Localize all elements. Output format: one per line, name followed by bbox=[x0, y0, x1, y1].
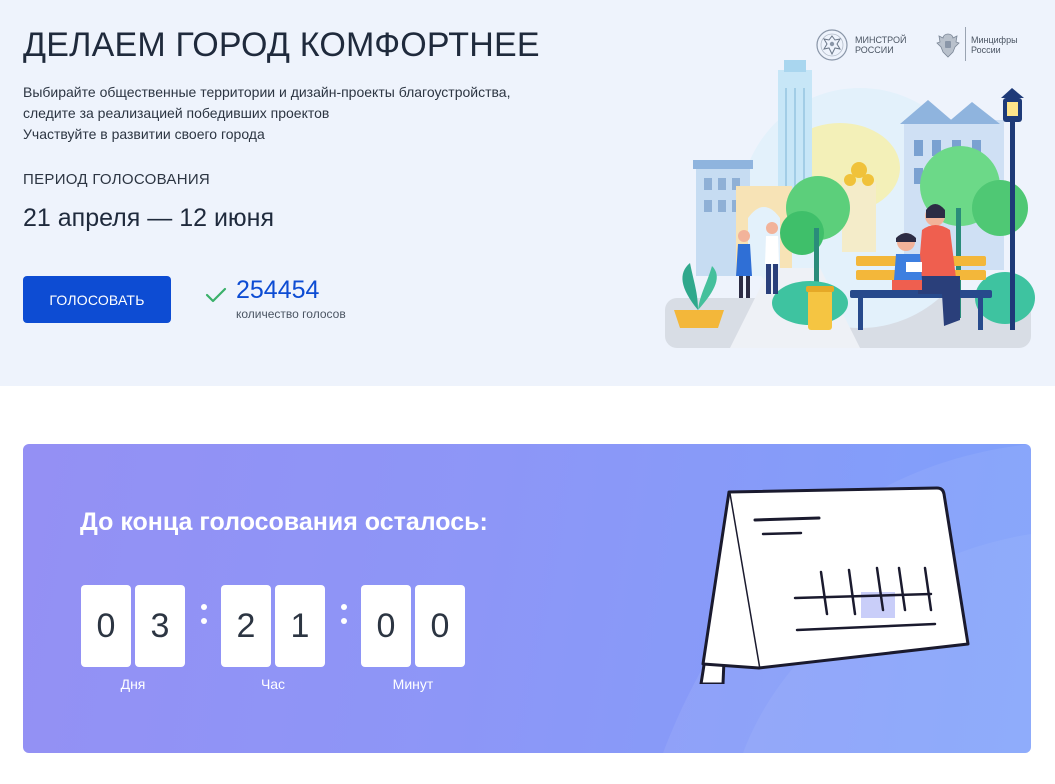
logo-text: Минцифры bbox=[971, 35, 1018, 45]
hours-digit: 1 bbox=[275, 585, 325, 667]
time-separator bbox=[339, 594, 349, 634]
hours-label: Час bbox=[260, 676, 286, 692]
minutes-digit: 0 bbox=[415, 585, 465, 667]
voting-period-label: ПЕРИОД ГОЛОСОВАНИЯ bbox=[23, 171, 211, 188]
vote-button[interactable]: ГОЛОСОВАТЬ bbox=[23, 276, 171, 323]
days-digit: 3 bbox=[135, 585, 185, 667]
eagle-emblem-icon bbox=[816, 29, 848, 61]
calendar-icon bbox=[699, 486, 970, 684]
logo-text: МИНСТРОЙ bbox=[855, 35, 907, 45]
logo-divider bbox=[965, 27, 966, 61]
hero-description: Выбирайте общественные территории и диза… bbox=[23, 82, 510, 145]
hero-section: ДЕЛАЕМ ГОРОД КОМФОРТНЕЕ Выбирайте общест… bbox=[0, 0, 1055, 386]
time-separator bbox=[199, 594, 209, 634]
hours-digit: 2 bbox=[221, 585, 271, 667]
logo-text: России bbox=[971, 45, 1001, 55]
description-line: Участвуйте в развитии своего города bbox=[23, 126, 265, 142]
voting-period-dates: 21 апреля — 12 июня bbox=[23, 204, 275, 232]
description-line: Выбирайте общественные территории и диза… bbox=[23, 84, 511, 100]
minutes-label: Минут bbox=[392, 676, 434, 692]
logo-text: РОССИИ bbox=[855, 45, 894, 55]
countdown-title: До конца голосования осталось: bbox=[80, 508, 488, 536]
minutes-digit: 0 bbox=[361, 585, 411, 667]
countdown-card: До конца голосования осталось: 0 3 2 1 0… bbox=[23, 444, 1031, 753]
days-digit: 0 bbox=[81, 585, 131, 667]
description-line: следите за реализацией победивших проект… bbox=[23, 105, 330, 121]
days-label: Дня bbox=[120, 676, 146, 692]
check-icon bbox=[205, 287, 227, 303]
city-park-illustration bbox=[665, 60, 1035, 348]
coat-of-arms-icon bbox=[936, 33, 960, 58]
votes-count: 254454 bbox=[236, 276, 320, 304]
page-title: ДЕЛАЕМ ГОРОД КОМФОРТНЕЕ bbox=[23, 26, 540, 64]
votes-count-label: количество голосов bbox=[236, 307, 346, 321]
